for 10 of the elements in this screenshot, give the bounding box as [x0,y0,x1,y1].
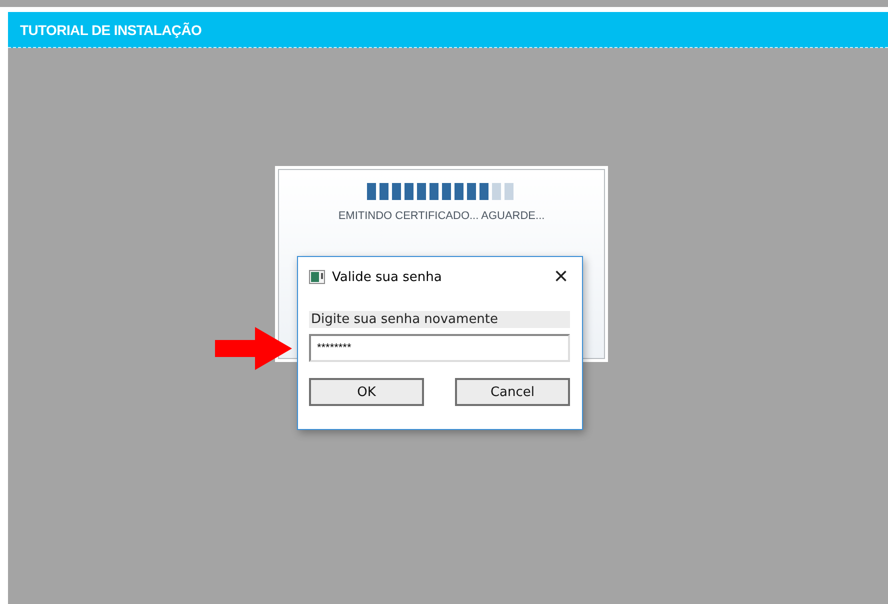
dialog-title: Valide sua senha [332,270,443,284]
password-field[interactable]: ******** [309,334,570,362]
close-button[interactable]: × [550,265,572,289]
window-icon [309,270,325,284]
arrow-icon [215,327,292,370]
password-label: Digite sua senha novamente [309,311,570,328]
loading-message: EMITINDO CERTIFICADO... AGUARDE... [338,210,545,222]
page-title: TUTORIAL DE INSTALAÇÃO [20,22,202,38]
cancel-button[interactable]: Cancel [455,378,570,406]
ok-button[interactable]: OK [309,378,424,406]
